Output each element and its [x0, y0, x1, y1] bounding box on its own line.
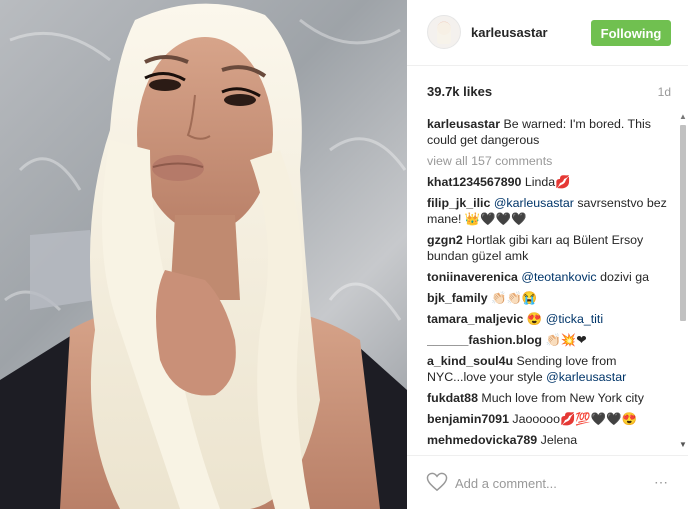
add-comment-input[interactable]	[455, 472, 635, 494]
comment-username[interactable]: a_kind_soul4u	[427, 354, 513, 368]
comment-username[interactable]: khat1234567890	[427, 175, 521, 189]
mention-link[interactable]: @ticka_titi	[546, 312, 603, 326]
comment-text: 👏🏻💥❤	[545, 333, 587, 347]
comment-username[interactable]: bjk_family	[427, 291, 488, 305]
comment-item: mehmedovicka789 Jelena	[427, 432, 677, 448]
comments-scrollbar[interactable]: ▲ ▼	[679, 113, 687, 453]
comment-item: a_kind_soul4u Sending love from NYC...lo…	[427, 353, 677, 385]
mention-link[interactable]: @teotankovic	[521, 270, 596, 284]
mention-link[interactable]: @karleusastar	[546, 370, 626, 384]
comment-item: bjk_family 👏🏻👏🏻😭	[427, 290, 677, 306]
avatar[interactable]	[427, 15, 461, 49]
comment-username[interactable]: gzgn2	[427, 233, 463, 247]
comment-username[interactable]: filip_jk_ilic	[427, 196, 490, 210]
comment-username[interactable]: mehmedovicka789	[427, 433, 537, 447]
heart-outline-icon[interactable]	[426, 472, 448, 492]
caption-username[interactable]: karleusastar	[427, 117, 500, 131]
comment-username[interactable]: tamara_maljevic	[427, 312, 523, 326]
side-panel: karleusastar Following 39.7k likes 1d ka…	[407, 0, 688, 509]
comment-username[interactable]: ______fashion.blog	[427, 333, 542, 347]
post-footer: ⋯	[407, 455, 688, 509]
post-container: karleusastar Following 39.7k likes 1d ka…	[0, 0, 688, 509]
comment-item: gzgn2 Hortlak gibi karı aq Bülent Ersoy …	[427, 232, 677, 264]
view-all-comments-link[interactable]: view all 157 comments	[427, 153, 677, 169]
scroll-down-arrow-icon[interactable]: ▼	[679, 441, 687, 449]
portrait-illustration	[0, 3, 407, 509]
comments-list: karleusastar Be warned: I'm bored. This …	[427, 116, 677, 451]
following-button[interactable]: Following	[591, 20, 671, 46]
comment-text: 😍	[526, 312, 546, 326]
scroll-thumb[interactable]	[680, 125, 686, 321]
mention-link[interactable]: @karleusastar	[494, 196, 574, 210]
comment-text: 👏🏻👏🏻😭	[491, 291, 538, 305]
post-time[interactable]: 1d	[658, 85, 671, 99]
header-username[interactable]: karleusastar	[471, 25, 548, 40]
comment-text: Much love from New York city	[481, 391, 644, 405]
comment-username[interactable]: toniinaverenica	[427, 270, 518, 284]
comment-item: fukdat88 Much love from New York city	[427, 390, 677, 406]
comment-item: khat1234567890 Linda💋	[427, 174, 677, 190]
comment-text: dozivi ga	[596, 270, 649, 284]
likes-count[interactable]: 39.7k likes	[427, 84, 492, 99]
comment-text: Linda💋	[524, 175, 571, 189]
comment-username[interactable]: fukdat88	[427, 391, 478, 405]
comment-item: benjamin7091 Jaooooo💋💯🖤🖤😍	[427, 411, 677, 427]
post-header: karleusastar Following	[407, 0, 688, 66]
more-options-icon[interactable]: ⋯	[654, 474, 669, 491]
comment-text: Jaooooo💋💯🖤🖤😍	[512, 412, 638, 426]
caption: karleusastar Be warned: I'm bored. This …	[427, 116, 677, 148]
comment-item: ______fashion.blog 👏🏻💥❤	[427, 332, 677, 348]
scroll-up-arrow-icon[interactable]: ▲	[679, 113, 687, 121]
comment-username[interactable]: benjamin7091	[427, 412, 509, 426]
comment-item: tamara_maljevic 😍 @ticka_titi	[427, 311, 677, 327]
comment-item: filip_jk_ilic @karleusastar savrsenstvo …	[427, 195, 677, 227]
comment-item: toniinaverenica @teotankovic dozivi ga	[427, 269, 677, 285]
post-photo[interactable]	[0, 0, 407, 509]
comment-text: Jelena	[540, 433, 578, 447]
